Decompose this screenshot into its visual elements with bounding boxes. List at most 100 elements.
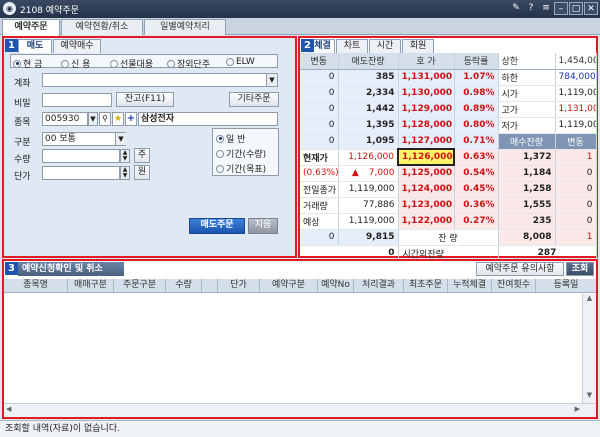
ask-row[interactable]: 0 2,334 1,130,000 0.98% 시가 1,119,000 [300,85,597,102]
current-bid-price[interactable]: 1,126,000 [397,148,455,166]
col-first-order: 최초주문 [404,279,448,292]
menu-icon[interactable]: ≡ [539,2,553,15]
class-select[interactable]: 00 보통 [42,132,126,146]
col-reg-date: 등록일 [553,280,579,290]
status-message: 조회할 내역(자료)이 없습니다. [5,424,120,434]
stock-code-input[interactable]: 005930 [42,112,88,126]
price-unit-button[interactable]: 원 [134,165,150,180]
tab-chart[interactable]: 차트 [336,39,368,53]
bid-row[interactable]: 예상 1,119,000 1,122,000 0.27% 235 0 [300,213,597,230]
qty-label: 수량 [14,155,31,165]
tab-reserve-status[interactable]: 예약현황/취소 [61,19,143,35]
account-label: 계좌 [14,79,31,89]
col-spacer [202,279,218,292]
stock-name-field: 삼성전자 [138,112,278,126]
current-price-value: 1,126,000 [338,148,399,166]
balance-button[interactable]: 잔고(F11) [116,92,174,107]
password-label: 비밀 [14,99,31,109]
radio-normal[interactable]: 일 반 [216,132,245,145]
query-button[interactable]: 조회 [566,262,594,276]
radio-credit[interactable]: 신 용 [61,57,90,70]
header-bid-change: 변동 [555,133,597,150]
order-entry-panel: 1 매도 예약매수 현 금 신 용 선물대용 장외단주 ELW 계좌 ▼ 비밀 … [2,36,297,258]
col-price: 단가 [218,279,260,292]
scroll-up-icon[interactable]: ▲ [583,294,596,306]
price-stepper[interactable]: ▲ ▼ [120,166,130,180]
change-value: 7,000 [368,168,395,178]
tab-reserve-order[interactable]: 예약주문 [2,19,60,36]
header-bid-qty: 매수잔량 [498,133,556,150]
price-label: 단가 [14,172,31,182]
col-stock-name: 종목명 [4,279,68,292]
col-order-type: 주문구분 [114,279,166,292]
horizontal-scrollbar[interactable]: ◀ ▶ [4,403,596,417]
search-icon[interactable]: ⚲ [99,112,111,126]
radio-cash[interactable]: 현 금 [13,57,42,70]
radio-otc-odd-lot[interactable]: 장외단주 [167,57,210,70]
sell-order-button[interactable]: 매도주문 [189,218,245,234]
notice-button[interactable]: 예약주문 유의사항 [476,262,564,276]
qty-input[interactable] [42,149,120,163]
tab-sell[interactable]: 매도 [18,39,52,53]
upper-limit-value: 1,454,000 [555,53,597,70]
bid-row[interactable]: 거래량 77,886 1,123,000 0.36% 1,555 0 [300,197,597,214]
vertical-scrollbar[interactable]: ▲ ▼ [582,294,596,403]
radio-futures-substitute[interactable]: 선물대용 [110,57,153,70]
bid-total: 8,008 [498,228,556,246]
help-icon[interactable]: ? [524,2,538,15]
account-select[interactable] [42,73,278,87]
col-reserve-no: 예약No [318,279,354,292]
tab-member[interactable]: 회원 [402,39,434,53]
col-cum-fill: 누적체결 [448,279,492,292]
pin-icon[interactable]: ✎ [509,2,523,15]
ask-row[interactable]: 0 1,095 1,127,000 0.71% 매수잔량 변동 [300,133,597,150]
orderbook-table: 변동 매도잔량 호 가 등락률 상한 1,454,000 0 385 1,131… [300,53,597,262]
prev-close-value: 1,119,000 [338,181,399,198]
high-label: 고가 [498,101,556,118]
maximize-button[interactable]: □ [569,2,583,15]
tab-reserve-buy[interactable]: 예약매수 [53,39,101,53]
other-order-button[interactable]: 기타주문 [229,92,279,107]
open-value: 1,119,000 [555,85,597,102]
open-label: 시가 [498,85,556,102]
ask-row[interactable]: 0 1,395 1,128,000 0.80% 저가 1,119,000 [300,117,597,134]
minimize-button[interactable]: – [554,2,568,15]
star-icon[interactable]: ★ [112,112,124,126]
password-field[interactable] [42,93,112,107]
chevron-down-icon[interactable]: ▼ [88,112,98,126]
tab-daily-process[interactable]: 일별예약처리 [144,19,226,35]
price-input[interactable] [42,166,120,180]
class-label: 구분 [14,138,31,148]
scroll-left-icon[interactable]: ◀ [6,405,11,413]
scroll-right-icon[interactable]: ▶ [575,405,580,413]
confirm-panel: 3 예약신청확인 및 취소 예약주문 유의사항 조회 종목명 매매구분 주문구분… [2,259,598,419]
volume-value: 77,886 [338,197,399,214]
bid-row[interactable]: 현재가 1,126,000 1,126,000 0.63% 1,372 1 [300,148,597,166]
radio-period-qty[interactable]: 기간(수량) [216,147,266,160]
confirm-title: 예약신청확인 및 취소 [18,262,124,276]
plus-icon[interactable]: + [125,112,137,126]
low-label: 저가 [498,117,556,134]
tab-time[interactable]: 시간 [369,39,401,53]
chevron-down-icon[interactable]: ▼ [115,133,126,145]
qty-unit-button[interactable]: 주 [134,148,150,163]
main-tabs: 예약주문 예약현황/취소 일별예약처리 [0,18,600,36]
col-remaining: 잔여횟수 [492,279,536,292]
bid-row[interactable]: (0.63%) ▲ 7,000 1,125,000 0.54% 1,184 0 [300,165,597,182]
header-price: 호 가 [398,53,455,70]
ask-row[interactable]: 0 1,442 1,129,000 0.89% 고가 1,131,000 [300,101,597,118]
app-icon: ◉ [3,2,16,15]
section-3-badge: 3 [5,262,18,275]
chevron-down-icon[interactable]: ▼ [266,74,277,86]
close-button[interactable]: ✕ [584,2,598,15]
bid-row[interactable]: 전일종가 1,119,000 1,124,000 0.45% 1,258 0 [300,181,597,198]
clear-button[interactable]: 지움 [248,218,278,234]
window-title: 2108 예약주문 [20,6,79,16]
qty-stepper[interactable]: ▲ ▼ [120,149,130,163]
col-reserve-type: 예약구분 [260,279,318,292]
section-2-badge: 2 [301,39,314,52]
radio-period-target[interactable]: 기간(목표) [216,162,266,175]
ask-row[interactable]: 0 385 1,131,000 1.07% 하한 784,000 [300,69,597,86]
scroll-down-icon[interactable]: ▼ [583,391,596,403]
radio-elw[interactable]: ELW [226,57,255,67]
